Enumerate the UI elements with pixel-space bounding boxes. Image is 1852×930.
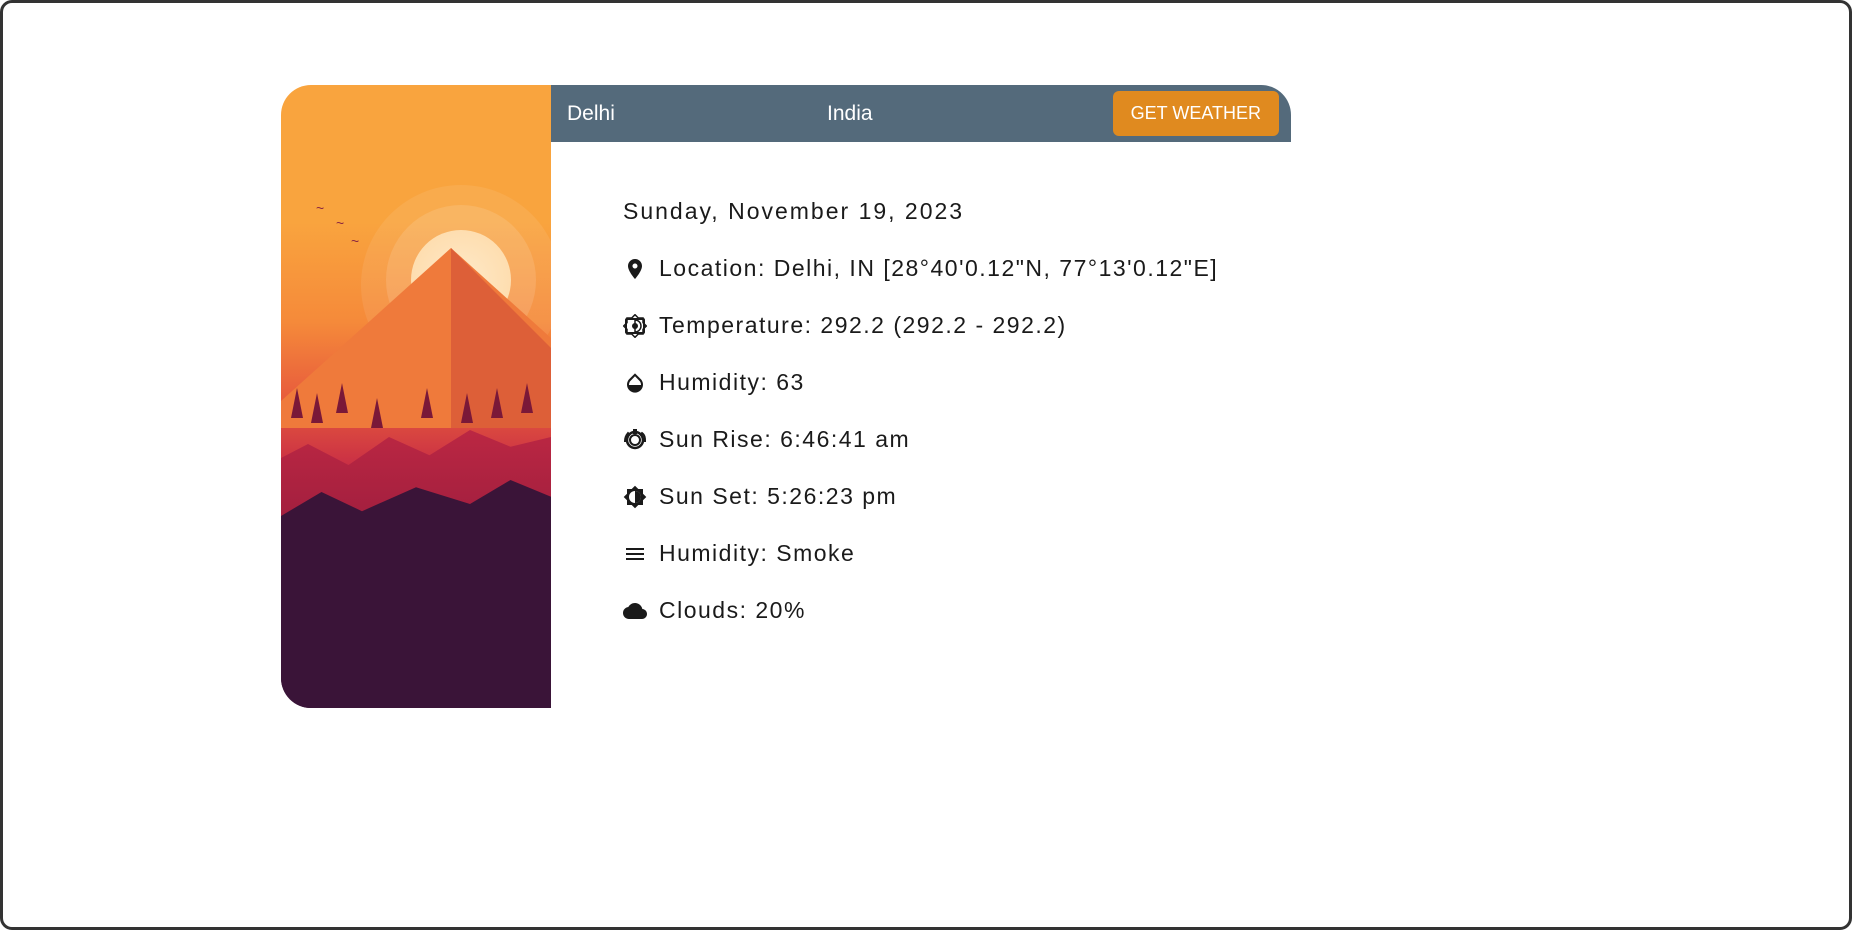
- condition-icon: [623, 542, 647, 566]
- temperature-text: Temperature: 292.2 (292.2 - 292.2): [659, 312, 1067, 339]
- sunrise-icon: [623, 428, 647, 452]
- date-row: Sunday, November 19, 2023: [623, 198, 1271, 225]
- sunset-image-panel: ~ ~ ~: [281, 85, 551, 708]
- humidity-row: Humidity: 63: [623, 369, 1271, 396]
- temperature-row: Temperature: 292.2 (292.2 - 292.2): [623, 312, 1271, 339]
- date-text: Sunday, November 19, 2023: [623, 198, 964, 225]
- city-input[interactable]: [563, 94, 803, 134]
- search-form-bar: GET WEATHER: [551, 85, 1291, 142]
- clouds-text: Clouds: 20%: [659, 597, 806, 624]
- right-panel: GET WEATHER Sunday, November 19, 2023 Lo…: [551, 85, 1291, 708]
- weather-card: ~ ~ ~ GET WEATHER Sunday, November 19, 2…: [281, 85, 1291, 708]
- condition-text: Humidity: Smoke: [659, 540, 855, 567]
- location-text: Location: Delhi, IN [28°40'0.12"N, 77°13…: [659, 255, 1218, 282]
- weather-info-panel: Sunday, November 19, 2023 Location: Delh…: [551, 142, 1291, 674]
- humidity-text: Humidity: 63: [659, 369, 805, 396]
- temperature-icon: [623, 314, 647, 338]
- clouds-row: Clouds: 20%: [623, 597, 1271, 624]
- sunset-row: Sun Set: 5:26:23 pm: [623, 483, 1271, 510]
- get-weather-button[interactable]: GET WEATHER: [1113, 91, 1279, 136]
- sunset-text: Sun Set: 5:26:23 pm: [659, 483, 897, 510]
- country-input[interactable]: [823, 94, 1053, 134]
- cloud-icon: [623, 599, 647, 623]
- location-icon: [623, 257, 647, 281]
- humidity-icon: [623, 371, 647, 395]
- location-row: Location: Delhi, IN [28°40'0.12"N, 77°13…: [623, 255, 1271, 282]
- condition-row: Humidity: Smoke: [623, 540, 1271, 567]
- sunset-icon: [623, 485, 647, 509]
- sunrise-text: Sun Rise: 6:46:41 am: [659, 426, 910, 453]
- sunrise-row: Sun Rise: 6:46:41 am: [623, 426, 1271, 453]
